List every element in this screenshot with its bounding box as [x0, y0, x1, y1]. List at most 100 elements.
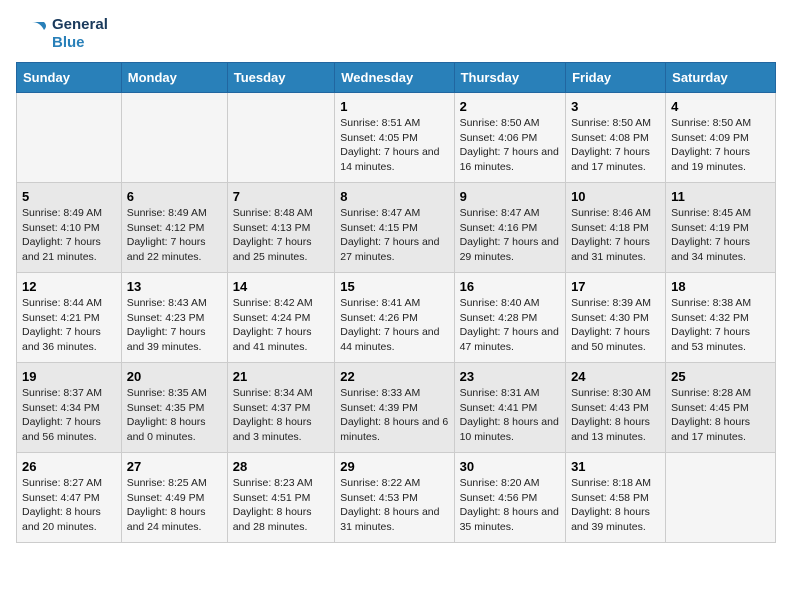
calendar-cell: 6 Sunrise: 8:49 AMSunset: 4:12 PMDaylight…	[121, 183, 227, 273]
calendar-cell: 23 Sunrise: 8:31 AMSunset: 4:41 PMDayligh…	[454, 363, 565, 453]
header-row: SundayMondayTuesdayWednesdayThursdayFrid…	[17, 63, 776, 93]
calendar-cell: 28Sunrise: 8:23 AMSunset: 4:51 PMDayligh…	[227, 453, 335, 543]
cell-info: Sunrise: 8:45 AMSunset: 4:19 PMDaylight:…	[671, 206, 770, 265]
calendar-cell: 18 Sunrise: 8:38 AMSunset: 4:32 PMDayligh…	[666, 273, 776, 363]
day-number: 31	[571, 459, 660, 474]
day-number: 14	[233, 279, 330, 294]
cell-info: Sunrise: 8:25 AMSunset: 4:49 PMDaylight:…	[127, 476, 222, 535]
day-number: 21	[233, 369, 330, 384]
cell-info: Sunrise: 8:31 AMSunset: 4:41 PMDaylight:…	[460, 386, 560, 445]
calendar-cell: 31 Sunrise: 8:18 AMSunset: 4:58 PMDayligh…	[566, 453, 666, 543]
day-number: 4	[671, 99, 770, 114]
calendar-cell: 19 Sunrise: 8:37 AMSunset: 4:34 PMDayligh…	[17, 363, 122, 453]
calendar-cell: 25 Sunrise: 8:28 AMSunset: 4:45 PMDayligh…	[666, 363, 776, 453]
cell-info: Sunrise: 8:23 AMSunset: 4:51 PMDaylight:…	[233, 476, 330, 535]
calendar-cell: 12Sunrise: 8:44 AMSunset: 4:21 PMDayligh…	[17, 273, 122, 363]
calendar-cell	[121, 93, 227, 183]
calendar-cell: 8Sunrise: 8:47 AMSunset: 4:15 PMDaylight…	[335, 183, 454, 273]
cell-info: Sunrise: 8:38 AMSunset: 4:32 PMDaylight:…	[671, 296, 770, 355]
cell-info: Sunrise: 8:27 AMSunset: 4:47 PMDaylight:…	[22, 476, 116, 535]
day-number: 11	[671, 189, 770, 204]
cell-info: Sunrise: 8:22 AMSunset: 4:53 PMDaylight:…	[340, 476, 448, 535]
day-number: 23	[460, 369, 560, 384]
cell-info: Sunrise: 8:30 AMSunset: 4:43 PMDaylight:…	[571, 386, 660, 445]
week-row-2: 5 Sunrise: 8:49 AMSunset: 4:10 PMDaylight…	[17, 183, 776, 273]
calendar-cell: 20Sunrise: 8:35 AMSunset: 4:35 PMDayligh…	[121, 363, 227, 453]
day-number: 26	[22, 459, 116, 474]
calendar-cell: 7 Sunrise: 8:48 AMSunset: 4:13 PMDaylight…	[227, 183, 335, 273]
cell-info: Sunrise: 8:49 AMSunset: 4:12 PMDaylight:…	[127, 206, 222, 265]
cell-info: Sunrise: 8:40 AMSunset: 4:28 PMDaylight:…	[460, 296, 560, 355]
calendar-body: 1 Sunrise: 8:51 AMSunset: 4:05 PMDaylight…	[17, 93, 776, 543]
calendar-cell: 21 Sunrise: 8:34 AMSunset: 4:37 PMDayligh…	[227, 363, 335, 453]
day-number: 1	[340, 99, 448, 114]
day-number: 7	[233, 189, 330, 204]
cell-info: Sunrise: 8:20 AMSunset: 4:56 PMDaylight:…	[460, 476, 560, 535]
cell-info: Sunrise: 8:33 AMSunset: 4:39 PMDaylight:…	[340, 386, 448, 445]
calendar-header: SundayMondayTuesdayWednesdayThursdayFrid…	[17, 63, 776, 93]
header-cell-sunday: Sunday	[17, 63, 122, 93]
calendar-table: SundayMondayTuesdayWednesdayThursdayFrid…	[16, 62, 776, 543]
calendar-cell: 15 Sunrise: 8:41 AMSunset: 4:26 PMDayligh…	[335, 273, 454, 363]
logo-text-general: General	[52, 16, 108, 34]
cell-info: Sunrise: 8:41 AMSunset: 4:26 PMDaylight:…	[340, 296, 448, 355]
day-number: 6	[127, 189, 222, 204]
header: General Blue	[16, 16, 776, 52]
day-number: 5	[22, 189, 116, 204]
cell-info: Sunrise: 8:47 AMSunset: 4:16 PMDaylight:…	[460, 206, 560, 265]
calendar-cell: 4Sunrise: 8:50 AMSunset: 4:09 PMDaylight…	[666, 93, 776, 183]
day-number: 9	[460, 189, 560, 204]
cell-info: Sunrise: 8:49 AMSunset: 4:10 PMDaylight:…	[22, 206, 116, 265]
week-row-4: 19 Sunrise: 8:37 AMSunset: 4:34 PMDayligh…	[17, 363, 776, 453]
calendar-cell: 29 Sunrise: 8:22 AMSunset: 4:53 PMDayligh…	[335, 453, 454, 543]
day-number: 20	[127, 369, 222, 384]
cell-info: Sunrise: 8:48 AMSunset: 4:13 PMDaylight:…	[233, 206, 330, 265]
logo-text-blue: Blue	[52, 34, 108, 52]
calendar-cell: 22 Sunrise: 8:33 AMSunset: 4:39 PMDayligh…	[335, 363, 454, 453]
calendar-cell: 10 Sunrise: 8:46 AMSunset: 4:18 PMDayligh…	[566, 183, 666, 273]
cell-info: Sunrise: 8:34 AMSunset: 4:37 PMDaylight:…	[233, 386, 330, 445]
day-number: 25	[671, 369, 770, 384]
day-number: 29	[340, 459, 448, 474]
day-number: 16	[460, 279, 560, 294]
cell-info: Sunrise: 8:46 AMSunset: 4:18 PMDaylight:…	[571, 206, 660, 265]
cell-info: Sunrise: 8:50 AMSunset: 4:08 PMDaylight:…	[571, 116, 660, 175]
calendar-cell	[227, 93, 335, 183]
cell-info: Sunrise: 8:44 AMSunset: 4:21 PMDaylight:…	[22, 296, 116, 355]
day-number: 15	[340, 279, 448, 294]
day-number: 10	[571, 189, 660, 204]
cell-info: Sunrise: 8:50 AMSunset: 4:06 PMDaylight:…	[460, 116, 560, 175]
day-number: 27	[127, 459, 222, 474]
day-number: 24	[571, 369, 660, 384]
header-cell-wednesday: Wednesday	[335, 63, 454, 93]
header-cell-thursday: Thursday	[454, 63, 565, 93]
calendar-cell: 11 Sunrise: 8:45 AMSunset: 4:19 PMDayligh…	[666, 183, 776, 273]
day-number: 3	[571, 99, 660, 114]
week-row-1: 1 Sunrise: 8:51 AMSunset: 4:05 PMDaylight…	[17, 93, 776, 183]
cell-info: Sunrise: 8:37 AMSunset: 4:34 PMDaylight:…	[22, 386, 116, 445]
calendar-cell: 27 Sunrise: 8:25 AMSunset: 4:49 PMDayligh…	[121, 453, 227, 543]
cell-info: Sunrise: 8:18 AMSunset: 4:58 PMDaylight:…	[571, 476, 660, 535]
calendar-cell: 14 Sunrise: 8:42 AMSunset: 4:24 PMDayligh…	[227, 273, 335, 363]
day-number: 18	[671, 279, 770, 294]
day-number: 17	[571, 279, 660, 294]
cell-info: Sunrise: 8:42 AMSunset: 4:24 PMDaylight:…	[233, 296, 330, 355]
calendar-cell: 9 Sunrise: 8:47 AMSunset: 4:16 PMDaylight…	[454, 183, 565, 273]
day-number: 19	[22, 369, 116, 384]
calendar-cell	[17, 93, 122, 183]
cell-info: Sunrise: 8:47 AMSunset: 4:15 PMDaylight:…	[340, 206, 448, 265]
day-number: 2	[460, 99, 560, 114]
cell-info: Sunrise: 8:43 AMSunset: 4:23 PMDaylight:…	[127, 296, 222, 355]
calendar-cell	[666, 453, 776, 543]
week-row-5: 26 Sunrise: 8:27 AMSunset: 4:47 PMDayligh…	[17, 453, 776, 543]
header-cell-friday: Friday	[566, 63, 666, 93]
cell-info: Sunrise: 8:51 AMSunset: 4:05 PMDaylight:…	[340, 116, 448, 175]
calendar-cell: 26 Sunrise: 8:27 AMSunset: 4:47 PMDayligh…	[17, 453, 122, 543]
header-cell-monday: Monday	[121, 63, 227, 93]
day-number: 13	[127, 279, 222, 294]
day-number: 22	[340, 369, 448, 384]
cell-info: Sunrise: 8:28 AMSunset: 4:45 PMDaylight:…	[671, 386, 770, 445]
calendar-cell: 3 Sunrise: 8:50 AMSunset: 4:08 PMDaylight…	[566, 93, 666, 183]
logo-svg	[16, 18, 48, 50]
week-row-3: 12Sunrise: 8:44 AMSunset: 4:21 PMDayligh…	[17, 273, 776, 363]
